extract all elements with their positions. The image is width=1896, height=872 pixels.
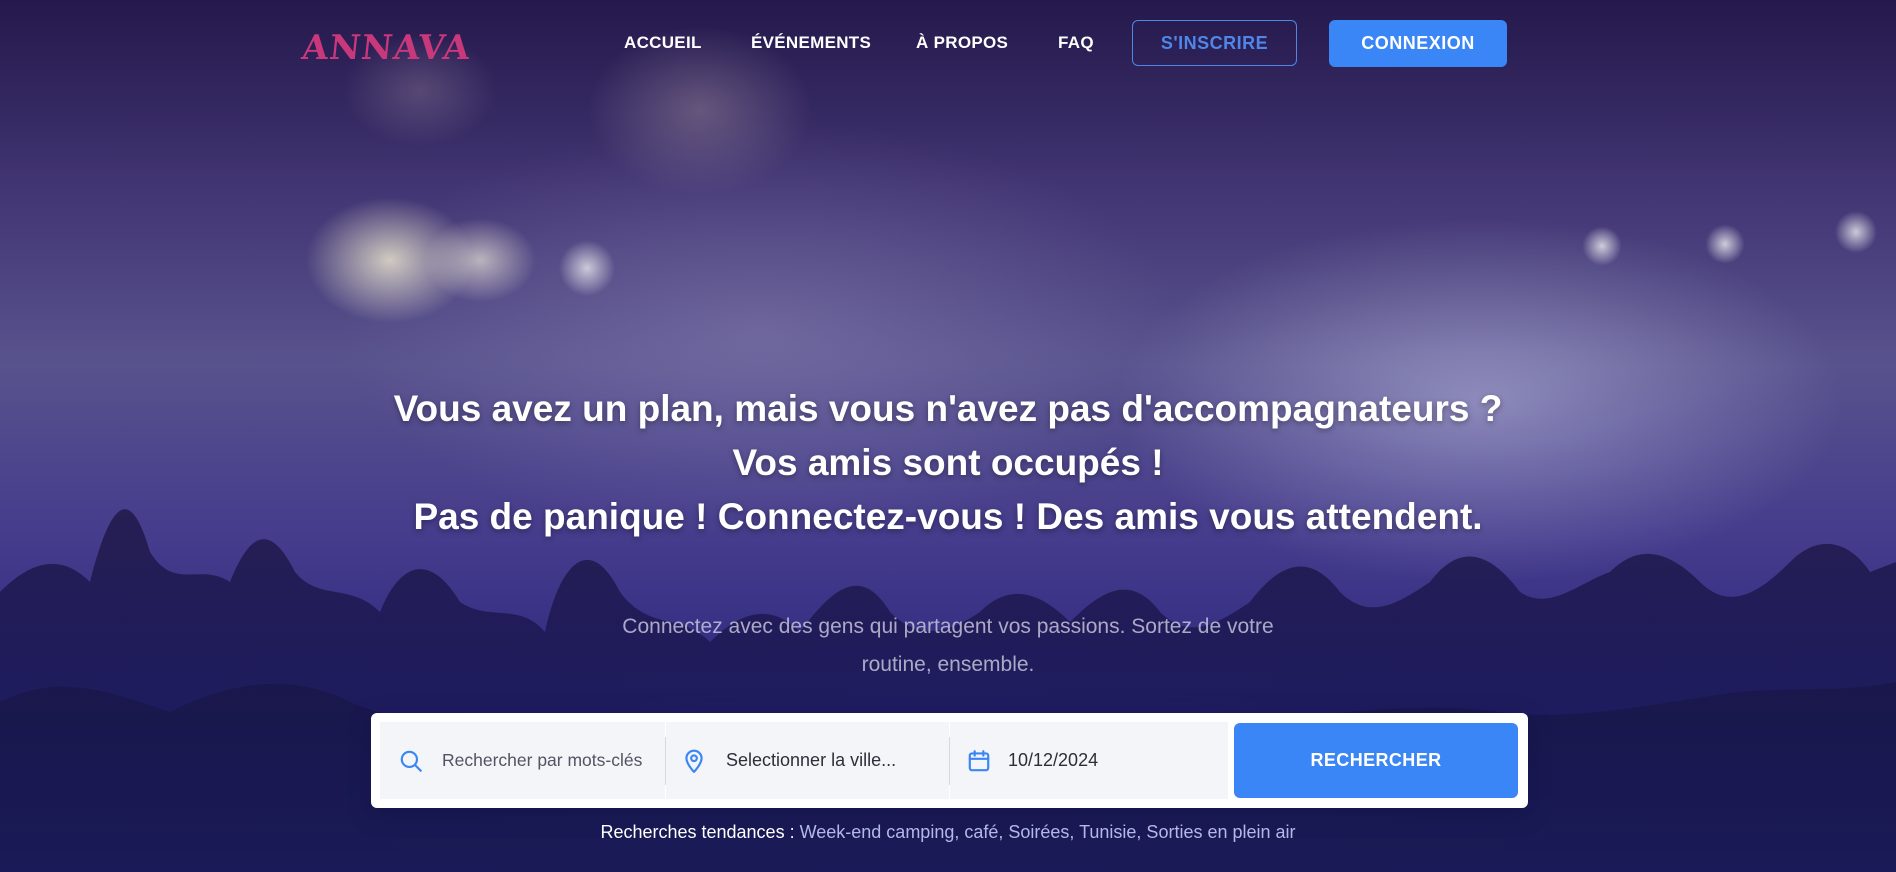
calendar-icon xyxy=(968,749,990,771)
register-button[interactable]: S'INSCRIRE xyxy=(1132,20,1297,66)
hero-headline-line-2: Vos amis sont occupés ! xyxy=(732,442,1164,483)
keyword-search-input[interactable]: Rechercher par mots-clés xyxy=(442,750,642,771)
city-select-value[interactable]: Selectionner la ville... xyxy=(726,750,896,771)
keyword-search-field[interactable]: Rechercher par mots-clés xyxy=(380,722,665,799)
brand-logo[interactable]: ANNAVA xyxy=(300,28,473,68)
hero-subtext-line-1: Connectez avec des gens qui partagent vo… xyxy=(622,615,1274,638)
nav-link-evenements[interactable]: ÉVÉNEMENTS xyxy=(751,33,871,53)
trending-items[interactable]: Week-end camping, café, Soirées, Tunisie… xyxy=(800,822,1296,842)
top-navigation: ANNAVA ACCUEIL ÉVÉNEMENTS À PROPOS FAQ S… xyxy=(0,0,1896,88)
hero-headline-line-1: Vous avez un plan, mais vous n'avez pas … xyxy=(393,388,1503,429)
login-button[interactable]: CONNEXION xyxy=(1329,20,1507,67)
date-picker-field[interactable]: 10/12/2024 xyxy=(950,722,1228,799)
hero-headline-line-3: Pas de panique ! Connectez-vous ! Des am… xyxy=(413,496,1483,537)
hero-section: ANNAVA ACCUEIL ÉVÉNEMENTS À PROPOS FAQ S… xyxy=(0,0,1896,872)
trending-label: Recherches tendances : xyxy=(600,822,795,842)
search-bar: Rechercher par mots-clés Selectionner la… xyxy=(371,713,1528,808)
nav-link-a-propos[interactable]: À PROPOS xyxy=(916,33,1008,53)
hero-subtext-line-2: routine, ensemble. xyxy=(861,653,1035,676)
city-select-field[interactable]: Selectionner la ville... xyxy=(666,722,949,799)
nav-link-accueil[interactable]: ACCUEIL xyxy=(624,33,702,53)
nav-link-faq[interactable]: FAQ xyxy=(1058,33,1094,53)
hero-subtext: Connectez avec des gens qui partagent vo… xyxy=(560,608,1336,684)
search-submit-button[interactable]: RECHERCHER xyxy=(1234,723,1518,798)
search-icon xyxy=(400,750,422,772)
trending-searches: Recherches tendances : Week-end camping,… xyxy=(0,822,1896,843)
date-picker-value[interactable]: 10/12/2024 xyxy=(1008,750,1098,771)
map-pin-icon xyxy=(685,749,703,773)
